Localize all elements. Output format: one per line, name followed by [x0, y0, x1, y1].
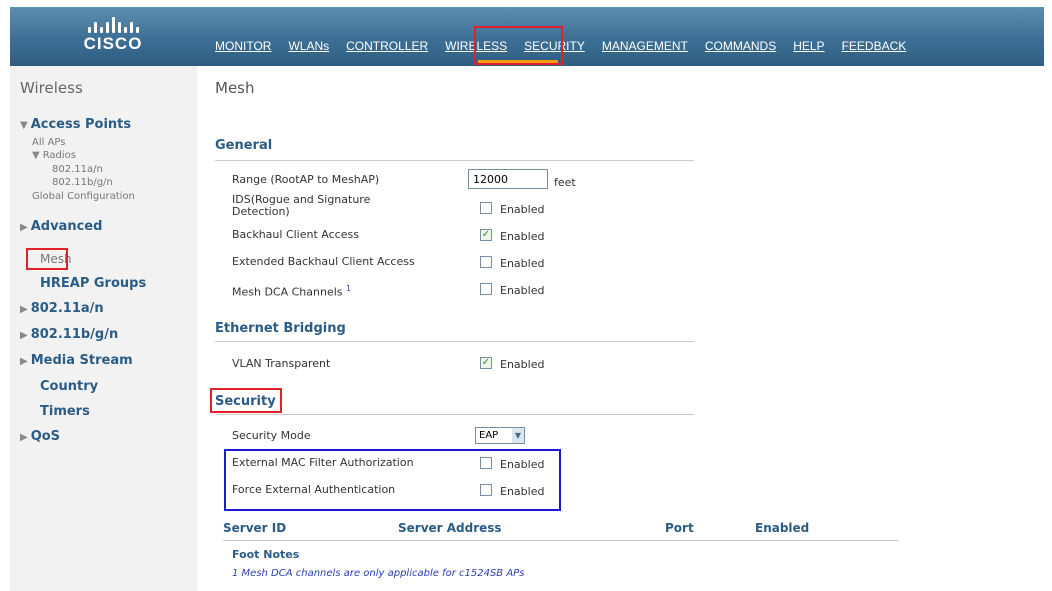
footnote-text: 1 Mesh DCA channels are only applicable … — [232, 568, 525, 579]
ext-mac-label: External MAC Filter Authorization — [232, 456, 414, 469]
vlan-checkbox[interactable]: ✓ — [480, 357, 492, 369]
section-general: General — [215, 138, 273, 153]
mesh-highlight-box — [26, 248, 68, 270]
backhaul-checkbox[interactable]: ✓ — [480, 229, 492, 241]
ext-mac-checkbox[interactable] — [480, 457, 492, 469]
force-ext-label: Force External Authentication — [232, 483, 396, 496]
col-port: Port — [665, 521, 694, 535]
nav-wlans[interactable]: WLANs — [288, 39, 329, 53]
sidebar-title: Wireless — [20, 79, 83, 97]
col-enabled: Enabled — [755, 521, 810, 535]
sidebar-item-timers[interactable]: Timers — [40, 404, 90, 419]
sidebar-item-hreap-groups[interactable]: HREAP Groups — [40, 276, 146, 291]
dca-label: Mesh DCA Channels 1 — [232, 284, 352, 299]
range-unit: feet — [554, 176, 576, 189]
security-mode-value: EAP — [479, 430, 499, 441]
backhaul-enabled-label: Enabled — [500, 230, 545, 243]
backhaul-label: Backhaul Client Access — [232, 228, 359, 241]
divider — [215, 160, 694, 161]
section-ethernet-bridging: Ethernet Bridging — [215, 321, 346, 336]
footnote-link[interactable]: 1 — [346, 284, 351, 293]
sidebar-item-global-config[interactable]: Global Configuration — [32, 191, 135, 202]
table-divider — [223, 540, 899, 541]
sidebar-item-radio-bg[interactable]: 802.11b/g/n — [52, 177, 113, 188]
col-server-id: Server ID — [223, 521, 287, 535]
cisco-logo: CISCO — [73, 13, 153, 54]
sidebar-item-access-points[interactable]: ▼ Access Points — [20, 117, 131, 132]
ids-checkbox[interactable] — [480, 202, 492, 214]
sidebar-item-80211an[interactable]: ▶ 802.11a/n — [20, 301, 104, 316]
dca-checkbox[interactable] — [480, 283, 492, 295]
main-content: Mesh General Range (RootAP to MeshAP) fe… — [210, 66, 1045, 591]
force-ext-enabled-label: Enabled — [500, 485, 545, 498]
wireless-highlight-box — [474, 26, 563, 65]
collapsed-triangle-icon: ▶ — [20, 432, 28, 443]
brand-name: CISCO — [83, 34, 143, 53]
collapsed-triangle-icon: ▶ — [20, 222, 28, 233]
sidebar-item-qos[interactable]: ▶ QoS — [20, 429, 60, 444]
col-server-address: Server Address — [398, 521, 502, 535]
sidebar-item-80211bgn[interactable]: ▶ 802.11b/g/n — [20, 327, 118, 342]
dca-enabled-label: Enabled — [500, 284, 545, 297]
ids-label: IDS(Rogue and Signature Detection) — [232, 193, 371, 218]
ext-backhaul-enabled-label: Enabled — [500, 257, 545, 270]
collapsed-triangle-icon: ▶ — [20, 356, 28, 367]
ext-mac-enabled-label: Enabled — [500, 458, 545, 471]
sidebar-item-radios[interactable]: ▼ Radios — [32, 150, 76, 161]
range-input[interactable] — [468, 169, 548, 189]
security-highlight-box — [210, 388, 282, 413]
ids-enabled-label: Enabled — [500, 203, 545, 216]
sidebar: Wireless ▼ Access Points All APs ▼ Radios … — [10, 66, 197, 591]
cisco-bars-icon — [73, 13, 153, 33]
page-title: Mesh — [215, 79, 255, 97]
vlan-enabled-label: Enabled — [500, 358, 545, 371]
vlan-label: VLAN Transparent — [232, 357, 331, 370]
top-nav: MONITOR WLANs CONTROLLER WIRELESS SECURI… — [215, 39, 923, 53]
nav-management[interactable]: MANAGEMENT — [602, 39, 688, 53]
collapsed-triangle-icon: ▶ — [20, 330, 28, 341]
nav-commands[interactable]: COMMANDS — [705, 39, 776, 53]
collapsed-triangle-icon: ▶ — [20, 304, 28, 315]
expanded-triangle-icon: ▼ — [20, 120, 28, 131]
sidebar-item-media-stream[interactable]: ▶ Media Stream — [20, 353, 133, 368]
divider — [215, 341, 694, 342]
nav-feedback[interactable]: FEEDBACK — [842, 39, 907, 53]
chevron-down-icon: ▼ — [512, 428, 524, 443]
nav-help[interactable]: HELP — [793, 39, 824, 53]
sidebar-item-all-aps[interactable]: All APs — [32, 137, 65, 148]
force-ext-checkbox[interactable] — [480, 484, 492, 496]
nav-monitor[interactable]: MONITOR — [215, 39, 271, 53]
ext-backhaul-label: Extended Backhaul Client Access — [232, 255, 415, 268]
range-label: Range (RootAP to MeshAP) — [232, 173, 380, 186]
security-mode-label: Security Mode — [232, 429, 311, 442]
sidebar-item-country[interactable]: Country — [40, 379, 98, 394]
nav-controller[interactable]: CONTROLLER — [346, 39, 428, 53]
footnotes-title: Foot Notes — [232, 548, 300, 561]
expanded-triangle-icon: ▼ — [32, 150, 40, 161]
security-mode-select[interactable]: EAP ▼ — [475, 427, 525, 444]
sidebar-item-advanced[interactable]: ▶ Advanced — [20, 219, 102, 234]
divider — [215, 414, 694, 415]
ext-backhaul-checkbox[interactable] — [480, 256, 492, 268]
sidebar-item-radio-a[interactable]: 802.11a/n — [52, 164, 103, 175]
